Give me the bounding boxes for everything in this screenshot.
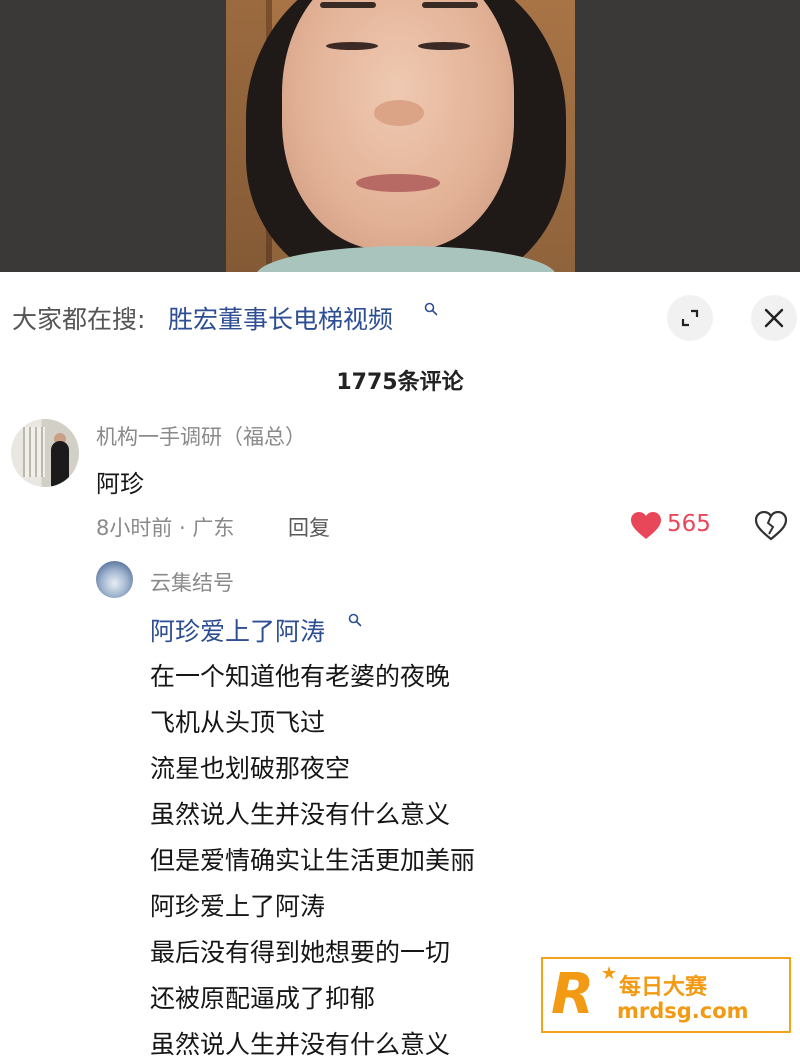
left-eye [326,42,378,50]
reply-search-link[interactable]: 阿珍爱上了阿涛 [150,612,325,648]
reply-author[interactable]: 云集结号 [150,567,234,597]
avatar[interactable] [11,419,79,487]
watermark-logo: R [551,962,595,1027]
reply-line: 阿珍爱上了阿涛 [150,892,326,921]
comment-text: 阿珍 [96,470,144,498]
avatar-calligraphy [23,427,45,477]
video-player[interactable] [0,0,800,272]
expand-icon [681,309,699,327]
nose [374,100,424,126]
reply-avatar[interactable] [96,561,133,598]
broken-heart-icon[interactable] [755,511,787,541]
video-frame[interactable] [226,0,575,272]
like-count: 565 [667,511,711,537]
watermark: R ★ 每日大赛 mrdsg.com [541,957,791,1033]
comment-author[interactable]: 机构一手调研（福总） [96,421,306,451]
left-brow [320,2,376,8]
reply-line: 在一个知道他有老婆的夜晚 [150,662,451,691]
reply-line: 还被原配逼成了抑郁 [150,984,376,1013]
search-icon[interactable] [424,302,438,316]
search-suggestion-bar: 大家都在搜: 胜宏董事长电梯视频 [0,272,800,366]
reply-line: 流星也划破那夜空 [150,754,351,783]
close-button[interactable] [751,295,797,341]
reply-line: 最后没有得到她想要的一切 [150,938,451,967]
mouth [356,174,440,192]
right-eye [418,42,470,50]
close-icon [764,308,784,328]
comment-count: 1775条评论 [336,370,464,395]
reply-line: 虽然说人生并没有什么意义 [150,1030,451,1059]
search-prefix: 大家都在搜: [12,305,146,334]
right-brow [422,2,478,8]
reply-line: 但是爱情确实让生活更加美丽 [150,846,476,875]
heart-icon[interactable] [630,511,662,541]
watermark-url: mrdsg.com [617,999,749,1023]
expand-button[interactable] [667,295,713,341]
reply-line: 虽然说人生并没有什么意义 [150,800,451,829]
avatar-person-body [51,441,69,487]
star-icon: ★ [601,963,618,984]
search-suggestion-link[interactable]: 胜宏董事长电梯视频 [168,300,393,336]
watermark-name: 每日大赛 [619,975,708,1000]
reply-line: 飞机从头顶飞过 [150,708,326,737]
reply-button[interactable]: 回复 [288,512,330,542]
video-subject-face [282,0,514,250]
comment-meta: 8小时前 · 广东 [96,516,235,540]
search-icon[interactable] [348,613,362,627]
